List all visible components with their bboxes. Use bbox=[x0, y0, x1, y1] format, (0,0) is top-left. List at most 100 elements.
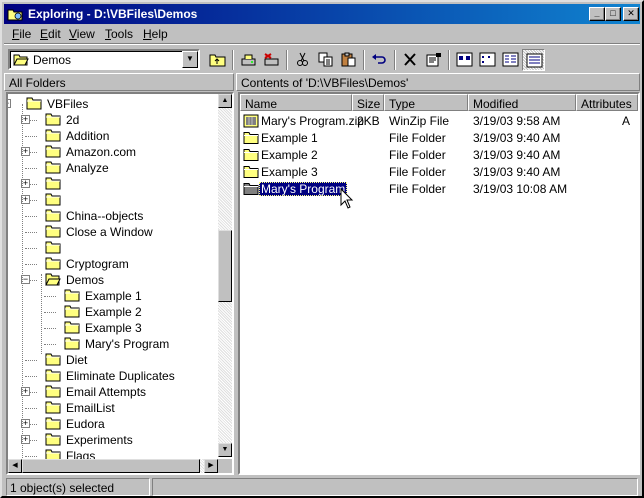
minimize-button[interactable]: _ bbox=[589, 7, 605, 21]
scrollbar-corner bbox=[218, 459, 232, 473]
file-row[interactable]: Mary's Program File Folder 3/19/03 10:08 A… bbox=[240, 180, 638, 197]
toolbar-separator bbox=[232, 50, 234, 70]
copy-icon bbox=[318, 52, 333, 67]
tree-item-label: Addition bbox=[66, 129, 110, 143]
tree-item[interactable]: Cryptogram bbox=[8, 256, 218, 272]
file-type-cell: WinZip File bbox=[389, 114, 450, 128]
tree-item[interactable]: Diet bbox=[8, 352, 218, 368]
list-view-button[interactable] bbox=[499, 49, 522, 71]
list-view-icon bbox=[502, 52, 519, 67]
tree-item[interactable]: + bbox=[8, 192, 218, 208]
tree-item[interactable]: Addition bbox=[8, 128, 218, 144]
tree-connector bbox=[25, 168, 37, 169]
tree-connector bbox=[25, 232, 37, 233]
tree-item-label: Example 1 bbox=[85, 289, 142, 303]
tree-item[interactable]: − VBFiles bbox=[8, 96, 218, 112]
maximize-button[interactable]: □ bbox=[605, 7, 621, 21]
map-drive-button[interactable] bbox=[237, 49, 260, 71]
scissors-icon bbox=[297, 52, 308, 66]
folder-icon bbox=[45, 417, 61, 430]
file-modified-cell: 3/19/03 10:08 AM bbox=[473, 182, 568, 196]
menu-view[interactable]: View bbox=[69, 27, 95, 41]
file-row[interactable]: Example 3 File Folder 3/19/03 9:40 AM bbox=[240, 163, 638, 180]
tree-item[interactable]: − Demos bbox=[8, 272, 218, 288]
properties-button[interactable] bbox=[422, 49, 445, 71]
folder-icon bbox=[45, 177, 61, 190]
delete-x-icon bbox=[404, 53, 416, 66]
details-view-button[interactable] bbox=[522, 49, 545, 71]
address-combo[interactable]: Demos ▼ bbox=[8, 49, 200, 70]
explorer-window: Exploring - D:\VBFiles\Demos _ □ ✕ File … bbox=[0, 0, 644, 498]
tree-item-label: Example 2 bbox=[85, 305, 142, 319]
column-header-type[interactable]: Type bbox=[384, 94, 468, 111]
tree-item[interactable]: Mary's Program bbox=[8, 336, 218, 352]
large-icons-button[interactable] bbox=[453, 49, 476, 71]
scroll-left-button[interactable]: ◀ bbox=[8, 459, 22, 473]
tree-item[interactable]: + Eudora bbox=[8, 416, 218, 432]
title-bar[interactable]: Exploring - D:\VBFiles\Demos _ □ ✕ bbox=[4, 4, 640, 24]
scroll-thumb[interactable] bbox=[218, 230, 232, 302]
folder-icon bbox=[64, 289, 80, 302]
cut-button[interactable] bbox=[291, 49, 314, 71]
small-icons-button[interactable] bbox=[476, 49, 499, 71]
file-name-cell: Example 3 bbox=[261, 165, 318, 179]
file-row[interactable]: Mary's Program.zip 2KB WinZip File 3/19/03 … bbox=[240, 112, 638, 129]
paste-button[interactable] bbox=[337, 49, 360, 71]
tree-item[interactable]: China--objects bbox=[8, 208, 218, 224]
tree-item-label: EmailList bbox=[66, 401, 115, 415]
menu-help[interactable]: Help bbox=[143, 27, 168, 41]
file-type-cell: File Folder bbox=[389, 182, 446, 196]
paste-icon bbox=[341, 52, 356, 67]
file-modified-cell: 3/19/03 9:40 AM bbox=[473, 131, 561, 145]
collapse-icon[interactable]: − bbox=[8, 99, 11, 108]
tree-item[interactable]: Example 3 bbox=[8, 320, 218, 336]
scroll-thumb[interactable] bbox=[22, 459, 200, 473]
tree-connector bbox=[25, 216, 37, 217]
tree-vertical-scrollbar[interactable]: ▲ ▼ bbox=[218, 94, 232, 457]
undo-button[interactable] bbox=[368, 49, 391, 71]
tree-horizontal-scrollbar[interactable]: ◀ ▶ bbox=[8, 459, 218, 473]
file-row[interactable]: Example 2 File Folder 3/19/03 9:40 AM bbox=[240, 146, 638, 163]
file-modified-cell: 3/19/03 9:40 AM bbox=[473, 165, 561, 179]
column-header-name[interactable]: Name bbox=[240, 94, 352, 111]
column-header-size[interactable]: Size bbox=[352, 94, 384, 111]
tree-item[interactable]: EmailList bbox=[8, 400, 218, 416]
menu-tools[interactable]: Tools bbox=[105, 27, 133, 41]
tree-item-label: Cryptogram bbox=[66, 257, 129, 271]
scroll-right-button[interactable]: ▶ bbox=[204, 459, 218, 473]
file-list[interactable]: Name Size Type Modified Attributes Mary'… bbox=[238, 92, 640, 475]
combo-dropdown-button[interactable]: ▼ bbox=[182, 51, 198, 68]
delete-button[interactable] bbox=[399, 49, 422, 71]
tree-item[interactable]: Close a Window bbox=[8, 224, 218, 240]
tree-item[interactable]: +2d bbox=[8, 112, 218, 128]
column-header-attributes[interactable]: Attributes bbox=[576, 94, 638, 111]
tree-item-label: Diet bbox=[66, 353, 88, 367]
small-icons-view-icon bbox=[479, 52, 496, 67]
tree-item[interactable]: Eliminate Duplicates bbox=[8, 368, 218, 384]
close-button[interactable]: ✕ bbox=[623, 7, 639, 21]
tree-item[interactable]: + Email Attempts bbox=[8, 384, 218, 400]
scroll-down-button[interactable]: ▼ bbox=[218, 443, 232, 457]
scroll-up-button[interactable]: ▲ bbox=[218, 94, 232, 108]
copy-button[interactable] bbox=[314, 49, 337, 71]
up-one-level-button[interactable] bbox=[206, 49, 229, 71]
tree-item[interactable]: Example 2 bbox=[8, 304, 218, 320]
tree-item[interactable]: + Amazon.com bbox=[8, 144, 218, 160]
menu-file[interactable]: File bbox=[12, 27, 31, 41]
tree-item-label: Experiments bbox=[66, 433, 133, 447]
disconnect-drive-button[interactable] bbox=[260, 49, 283, 71]
file-name-cell: Mary's Program.zip bbox=[261, 114, 364, 128]
file-row[interactable]: Example 1 File Folder 3/19/03 9:40 AM bbox=[240, 129, 638, 146]
tree-item[interactable]: Analyze bbox=[8, 160, 218, 176]
large-icons-view-icon bbox=[456, 52, 473, 67]
tree-connector bbox=[44, 312, 56, 313]
tree-item[interactable]: Example 1 bbox=[8, 288, 218, 304]
tree-item[interactable]: + Experiments bbox=[8, 432, 218, 448]
folder-tree[interactable]: −VBFiles+2dAddition+Amazon.comAnalyze++C… bbox=[6, 92, 234, 475]
toolbar: Demos ▼ bbox=[4, 46, 640, 72]
tree-item[interactable]: + bbox=[8, 176, 218, 192]
column-header-modified[interactable]: Modified bbox=[468, 94, 576, 111]
tree-item-label: Email Attempts bbox=[66, 385, 147, 399]
tree-item[interactable] bbox=[8, 240, 218, 256]
menu-edit[interactable]: Edit bbox=[40, 27, 61, 41]
